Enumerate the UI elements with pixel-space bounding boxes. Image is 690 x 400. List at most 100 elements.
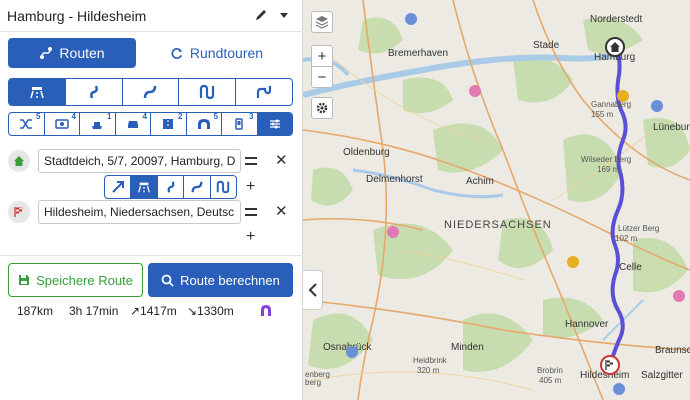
destination-marker[interactable] [600,355,620,375]
option-count: 4 [71,112,76,121]
home-icon [610,42,620,52]
road-type-motorway[interactable] [9,79,66,105]
destination-waypoint-marker [8,201,30,223]
motorway-icon [30,87,44,99]
pen-icon[interactable] [254,8,268,22]
option-ferry[interactable]: 1 [80,113,116,135]
very-curvy-icon [217,180,230,194]
poi-icon[interactable] [613,383,625,395]
ferry-icon [92,122,103,129]
checkered-flag-icon [605,360,613,370]
tunnel-icon[interactable] [260,304,272,317]
fuel-station-icon[interactable] [617,90,629,102]
tab-routen[interactable]: Routen [8,38,136,68]
poi-icon[interactable] [651,100,663,112]
car-icon [127,121,138,128]
option-road[interactable]: 2 [151,113,187,135]
map-settings-button[interactable] [311,97,333,119]
tab-rundtouren-label: Rundtouren [189,45,264,61]
map-label: Brobrin [537,366,563,375]
route-title: Hamburg - Hildesheim [7,8,147,24]
road-icon [163,119,174,129]
shuffle-icon [20,119,33,129]
drag-handle-icon[interactable] [245,157,257,165]
destination-address-input[interactable] [38,200,241,224]
route-title-bar: Hamburg - Hildesheim [0,0,303,32]
road-type-winding[interactable] [123,79,180,105]
map-label: berg [305,378,322,387]
gear-icon [316,102,328,114]
option-count: 3 [249,112,254,121]
phone-icon [235,118,243,130]
add-waypoint-icon[interactable]: + [246,179,255,195]
option-tunnel[interactable]: 5 [187,113,222,135]
map-label: Delmenhorst [366,174,423,185]
sliders-icon [269,119,280,129]
option-count: 4 [142,112,147,121]
remove-waypoint-icon[interactable]: ✕ [275,204,288,219]
poi-icon[interactable] [673,290,685,302]
winding-road-icon [144,85,157,99]
option-car[interactable]: 4 [116,112,151,135]
option-phone[interactable]: 3 [222,113,258,135]
drag-handle-icon[interactable] [245,208,257,216]
map-label: Braunsc [655,345,690,356]
map-label: Wilseder Berg [581,155,632,164]
segment-type-direct[interactable] [105,176,132,198]
segment-type-curvy[interactable] [158,176,185,198]
toll-icon [55,119,69,129]
refresh-icon [171,47,183,59]
poi-icon[interactable] [346,346,358,358]
zoom-in-button[interactable]: + [311,45,333,67]
zoom-out-button[interactable]: − [311,66,333,88]
option-count: 1 [107,112,112,121]
remove-waypoint-icon[interactable]: ✕ [275,153,288,168]
layers-icon [315,16,329,29]
caret-down-icon[interactable] [280,13,288,18]
poi-icon[interactable] [469,85,481,97]
poi-icon[interactable] [387,226,399,238]
route-icon [40,47,53,59]
save-route-label: Speichere Route [36,272,133,288]
map-label: Celle [619,262,642,273]
road-type-curvy[interactable] [66,79,123,105]
map-label: Achim [466,176,494,187]
route-ascent: ↗1417m [130,304,177,318]
fuel-station-icon[interactable] [567,256,579,268]
segment-type-very-curvy[interactable] [211,176,236,198]
map-label: 405 m [539,376,562,385]
map-label: Hannover [565,319,609,330]
segment-type-winding[interactable] [184,176,211,198]
home-icon [14,156,24,166]
option-settings[interactable] [257,113,292,135]
map-label: Salzgitter [641,370,683,381]
calculate-route-label: Route berechnen [180,272,280,288]
save-route-button[interactable]: Speichere Route [8,263,143,297]
map-label: Oldenburg [343,147,390,158]
option-count: 2 [178,112,183,121]
option-count: 5 [36,112,41,121]
map-label: Lüneburg [653,122,690,133]
tab-routen-label: Routen [59,45,105,61]
option-toll[interactable]: 4 [45,112,80,135]
poi-icon[interactable] [405,13,417,25]
tunnel-icon [197,119,210,129]
direct-icon [111,181,124,193]
option-shuffle[interactable]: 5 [9,113,45,135]
start-marker[interactable] [605,37,625,57]
start-address-input[interactable] [38,149,241,173]
save-icon [19,275,30,285]
tab-rundtouren[interactable]: Rundtouren [139,38,295,68]
calculate-route-button[interactable]: Route berechnen [148,263,293,297]
add-waypoint-icon[interactable]: + [246,229,255,245]
segment-type-motorway[interactable] [131,176,158,198]
road-type-twisty[interactable] [236,79,292,105]
map-view[interactable]: + − Norderstedt Bremerhaven Stade Hambur… [303,0,690,400]
chevron-left-icon [308,283,317,297]
layers-button[interactable] [311,11,333,33]
search-icon [161,274,174,287]
sidebar: Hamburg - Hildesheim Routen Rundtouren 5… [0,0,303,400]
road-type-very-curvy[interactable] [179,79,237,105]
curvy-road-icon [89,85,98,99]
collapse-sidebar-button[interactable] [303,270,323,310]
